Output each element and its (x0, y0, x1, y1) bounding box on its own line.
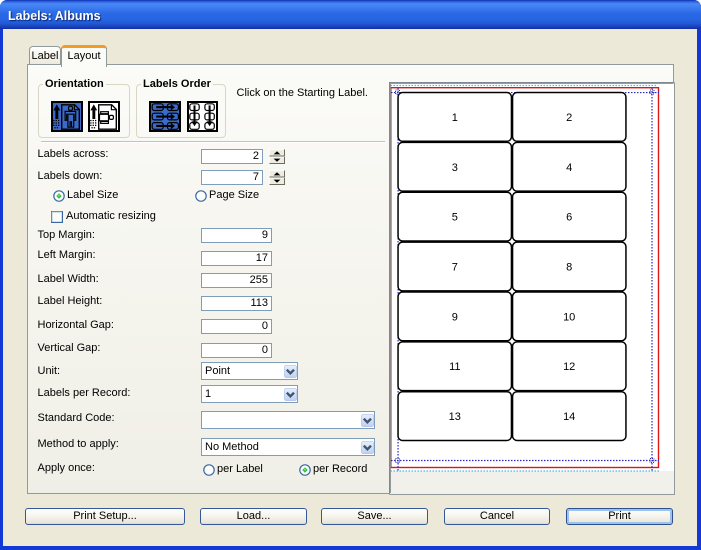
svg-text:12: 12 (563, 361, 575, 373)
svg-text:11: 11 (449, 361, 460, 373)
svg-text:7: 7 (452, 262, 458, 274)
svg-text:5: 5 (452, 212, 458, 224)
svg-text:8: 8 (566, 262, 572, 274)
svg-text:14: 14 (563, 411, 575, 423)
svg-text:13: 13 (449, 411, 461, 423)
svg-text:1: 1 (452, 112, 458, 124)
svg-text:10: 10 (563, 311, 575, 323)
svg-text:4: 4 (566, 162, 572, 174)
svg-text:2: 2 (566, 112, 572, 124)
svg-text:9: 9 (452, 311, 458, 323)
svg-text:6: 6 (566, 212, 572, 224)
svg-text:3: 3 (452, 162, 458, 174)
